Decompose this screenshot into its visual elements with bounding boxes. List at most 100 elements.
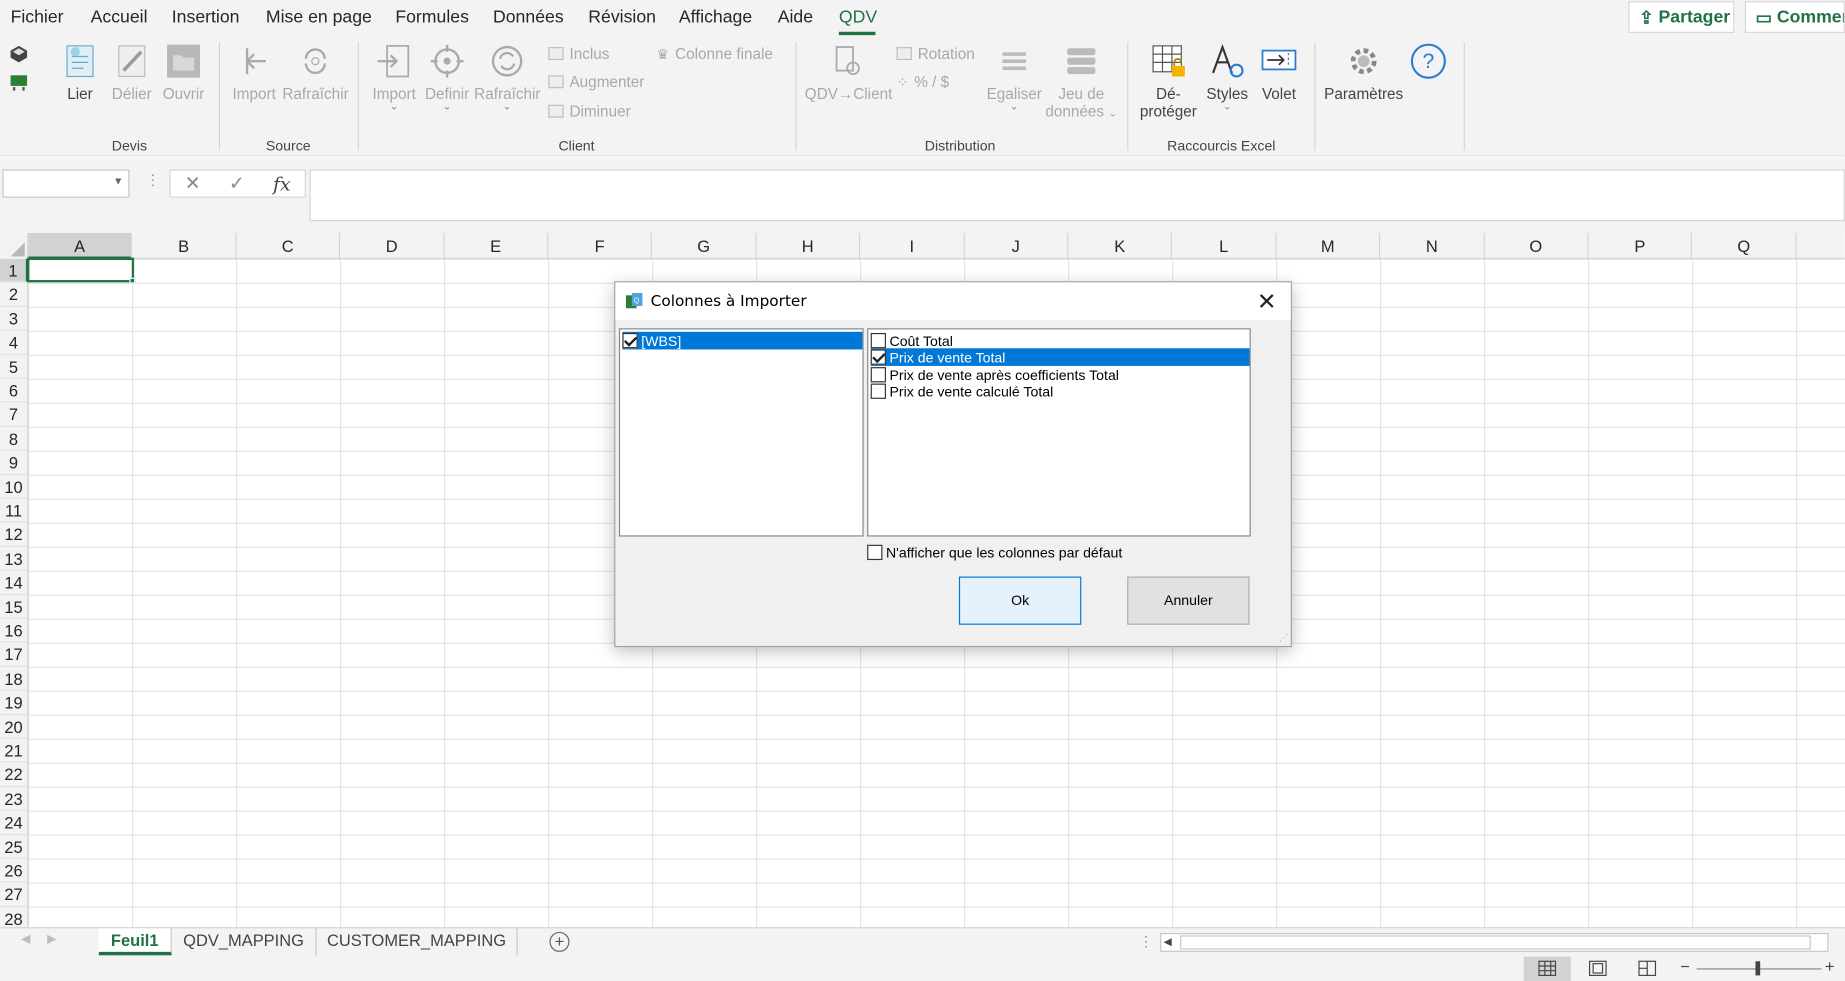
- column-header[interactable]: M: [1276, 232, 1381, 259]
- ouvrir-button[interactable]: Ouvrir: [160, 42, 207, 102]
- row-header[interactable]: 23: [0, 786, 29, 811]
- column-header[interactable]: B: [132, 232, 237, 259]
- list-item[interactable]: Prix de vente après coefficients Total: [870, 366, 1250, 384]
- column-header[interactable]: C: [236, 232, 341, 259]
- scroll-left-arrow-icon[interactable]: ◀: [1164, 935, 1172, 948]
- rotation-button[interactable]: Rotation: [896, 45, 975, 62]
- row-header[interactable]: 24: [0, 810, 29, 835]
- cancel-icon[interactable]: ✕: [185, 172, 201, 196]
- select-all-button[interactable]: [0, 232, 29, 259]
- scrollbar-thumb[interactable]: [1180, 935, 1811, 950]
- zoom-slider-thumb[interactable]: [1755, 961, 1761, 976]
- column-header[interactable]: E: [444, 232, 549, 259]
- rafraichir-source-button[interactable]: Rafraîchir: [282, 42, 349, 102]
- column-header[interactable]: F: [548, 232, 653, 259]
- egaliser-button[interactable]: Egaliser ⌄: [986, 42, 1042, 113]
- checkbox[interactable]: [870, 367, 886, 383]
- scroll-left-icon[interactable]: ◀: [21, 933, 30, 946]
- rafraichir-client-button[interactable]: Rafraîchir ⌄: [474, 42, 540, 113]
- tab-aide[interactable]: Aide: [778, 7, 813, 27]
- column-header[interactable]: N: [1380, 232, 1485, 259]
- column-header[interactable]: L: [1172, 232, 1277, 259]
- page-break-button[interactable]: [1624, 957, 1671, 981]
- row-header[interactable]: 8: [0, 426, 29, 451]
- insert-function-icon[interactable]: fx: [273, 172, 291, 194]
- tab-affichage[interactable]: Affichage: [679, 7, 752, 27]
- row-header[interactable]: 7: [0, 402, 29, 427]
- row-header[interactable]: 9: [0, 450, 29, 475]
- cancel-button[interactable]: Annuler: [1127, 576, 1250, 625]
- share-button[interactable]: ⇪ Partager: [1628, 1, 1735, 33]
- diminuer-button[interactable]: Diminuer: [548, 102, 631, 120]
- default-columns-checkbox[interactable]: [867, 544, 883, 561]
- percent-dollar-button[interactable]: ⁘% / $: [897, 73, 950, 91]
- fill-handle[interactable]: [129, 277, 136, 284]
- row-header[interactable]: 18: [0, 666, 29, 691]
- row-header[interactable]: 10: [0, 474, 29, 499]
- row-header[interactable]: 13: [0, 546, 29, 571]
- columns-listbox[interactable]: Coût Total Prix de vente Total Prix de v…: [867, 328, 1251, 537]
- column-header[interactable]: O: [1484, 232, 1589, 259]
- scroll-right-icon[interactable]: ▶: [47, 933, 56, 946]
- import-client-button[interactable]: Import ⌄: [369, 42, 418, 113]
- cube-icon[interactable]: [9, 45, 28, 64]
- lier-button[interactable]: Lier: [56, 42, 103, 102]
- name-box[interactable]: ▼: [2, 169, 130, 198]
- list-item[interactable]: Prix de vente Total: [870, 348, 1250, 366]
- zoom-in-button[interactable]: +: [1825, 957, 1835, 976]
- column-header[interactable]: I: [860, 232, 965, 259]
- row-header[interactable]: 27: [0, 882, 29, 907]
- tab-revision[interactable]: Révision: [588, 7, 656, 27]
- comments-button[interactable]: ▭ Commen: [1744, 1, 1845, 33]
- qdv-client-button[interactable]: QDV→Client: [805, 42, 892, 102]
- column-header[interactable]: H: [756, 232, 861, 259]
- splitter-icon[interactable]: ⋮: [1139, 933, 1153, 949]
- sheet-tab-qdv-mapping[interactable]: QDV_MAPPING: [172, 928, 317, 956]
- column-header[interactable]: A: [28, 232, 133, 259]
- normal-view-button[interactable]: [1523, 956, 1571, 981]
- row-header[interactable]: 15: [0, 594, 29, 619]
- default-columns-option[interactable]: N'afficher que les colonnes par défaut: [867, 544, 1173, 562]
- board-icon[interactable]: [9, 73, 28, 92]
- wbs-listbox[interactable]: [WBS]: [618, 328, 864, 537]
- checkbox[interactable]: [870, 349, 886, 365]
- tab-qdv[interactable]: QDV: [839, 7, 877, 27]
- formula-input[interactable]: [309, 169, 1845, 222]
- column-header[interactable]: D: [340, 232, 445, 259]
- jeu-de-donnees-button[interactable]: Jeu de données ⌄: [1045, 42, 1118, 120]
- column-header[interactable]: Q: [1692, 232, 1797, 259]
- tab-donnees[interactable]: Données: [493, 7, 564, 27]
- horizontal-scrollbar[interactable]: ◀: [1160, 933, 1829, 952]
- tab-fichier[interactable]: Fichier: [11, 7, 64, 27]
- dialog-titlebar[interactable]: Q Colonnes à Importer ✕: [615, 282, 1291, 321]
- row-header[interactable]: 17: [0, 642, 29, 667]
- checkbox[interactable]: [622, 332, 638, 349]
- row-header[interactable]: 6: [0, 378, 29, 403]
- chevron-down-icon[interactable]: ▼: [113, 175, 123, 187]
- row-header[interactable]: 26: [0, 858, 29, 883]
- styles-button[interactable]: Styles ⌄: [1202, 42, 1251, 113]
- parametres-button[interactable]: Paramètres: [1322, 42, 1404, 102]
- tab-mise-en-page[interactable]: Mise en page: [266, 7, 372, 27]
- row-header[interactable]: 1: [0, 258, 29, 283]
- column-header[interactable]: J: [964, 232, 1069, 259]
- volet-button[interactable]: Volet: [1257, 42, 1302, 102]
- enter-icon[interactable]: ✓: [229, 172, 245, 196]
- sheet-tab-feuil1[interactable]: Feuil1: [98, 928, 172, 956]
- column-header[interactable]: G: [652, 232, 757, 259]
- zoom-out-button[interactable]: −: [1680, 957, 1690, 976]
- sheet-tab-customer-mapping[interactable]: CUSTOMER_MAPPING: [317, 928, 518, 956]
- list-item[interactable]: Prix de vente calculé Total: [870, 382, 1250, 400]
- column-header[interactable]: P: [1588, 232, 1693, 259]
- column-header[interactable]: K: [1068, 232, 1173, 259]
- row-header[interactable]: 22: [0, 762, 29, 787]
- deproteger-button[interactable]: Dé-protéger: [1137, 42, 1201, 120]
- row-header[interactable]: 19: [0, 690, 29, 715]
- resize-grip-icon[interactable]: ⋰: [1279, 633, 1288, 644]
- row-header[interactable]: 16: [0, 618, 29, 643]
- row-header[interactable]: 11: [0, 498, 29, 523]
- help-icon[interactable]: ?: [1410, 42, 1448, 80]
- ok-button[interactable]: Ok: [958, 576, 1082, 625]
- checkbox[interactable]: [870, 383, 886, 399]
- row-header[interactable]: 2: [0, 282, 29, 307]
